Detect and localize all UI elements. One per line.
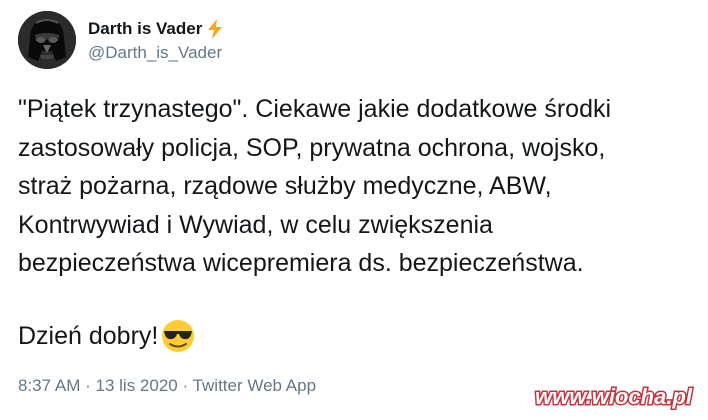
tweet-meta: 8:37 AM · 13 lis 2020 · Twitter Web App: [18, 376, 316, 396]
meta-separator: ·: [182, 376, 189, 395]
tweet-text-line: "Piątek trzynastego". Ciekawe jakie doda…: [18, 95, 612, 123]
tweet-text-line: zastosowały policja, SOP, prywatna ochro…: [18, 133, 606, 162]
display-name-row: Darth is Vader: [88, 17, 224, 41]
author-handle[interactable]: @Darth_is_Vader: [88, 43, 224, 63]
meta-separator: ·: [85, 376, 91, 395]
watermark-logo: www.wiocha.pl: [534, 383, 694, 411]
tweet-text-line: Kontrwywiad i Wywiad, w celu zwiększenia: [18, 210, 493, 239]
tweet-text: "Piątek trzynastego". Ciekawe jakie doda…: [18, 90, 698, 283]
tweet-text-line: straż pożarna, rządowe służby medyczne, …: [18, 172, 552, 200]
tweet-greeting: Dzień dobry!: [18, 317, 196, 355]
greeting-text: Dzień dobry!: [18, 322, 159, 350]
tweet-header: Darth is Vader @Darth_is_Vader: [18, 10, 224, 70]
sunglasses-emoji-icon: [162, 320, 195, 352]
author-names: Darth is Vader @Darth_is_Vader: [88, 17, 224, 63]
tweet-text-line: bezpieczeństwa wicepremiera ds. bezpiecz…: [18, 249, 584, 277]
display-name[interactable]: Darth is Vader: [88, 19, 202, 39]
tweet-card: Darth is Vader @Darth_is_Vader "Piątek t…: [0, 0, 708, 420]
darth-vader-avatar-icon[interactable]: [18, 11, 76, 69]
tweet-source[interactable]: Twitter Web App: [193, 376, 316, 395]
tweet-time[interactable]: 8:37 AM: [18, 376, 80, 395]
watermark-text: www.wiocha.pl: [535, 384, 693, 409]
lightning-icon: [208, 19, 223, 39]
tweet-date[interactable]: 13 lis 2020: [96, 376, 178, 395]
